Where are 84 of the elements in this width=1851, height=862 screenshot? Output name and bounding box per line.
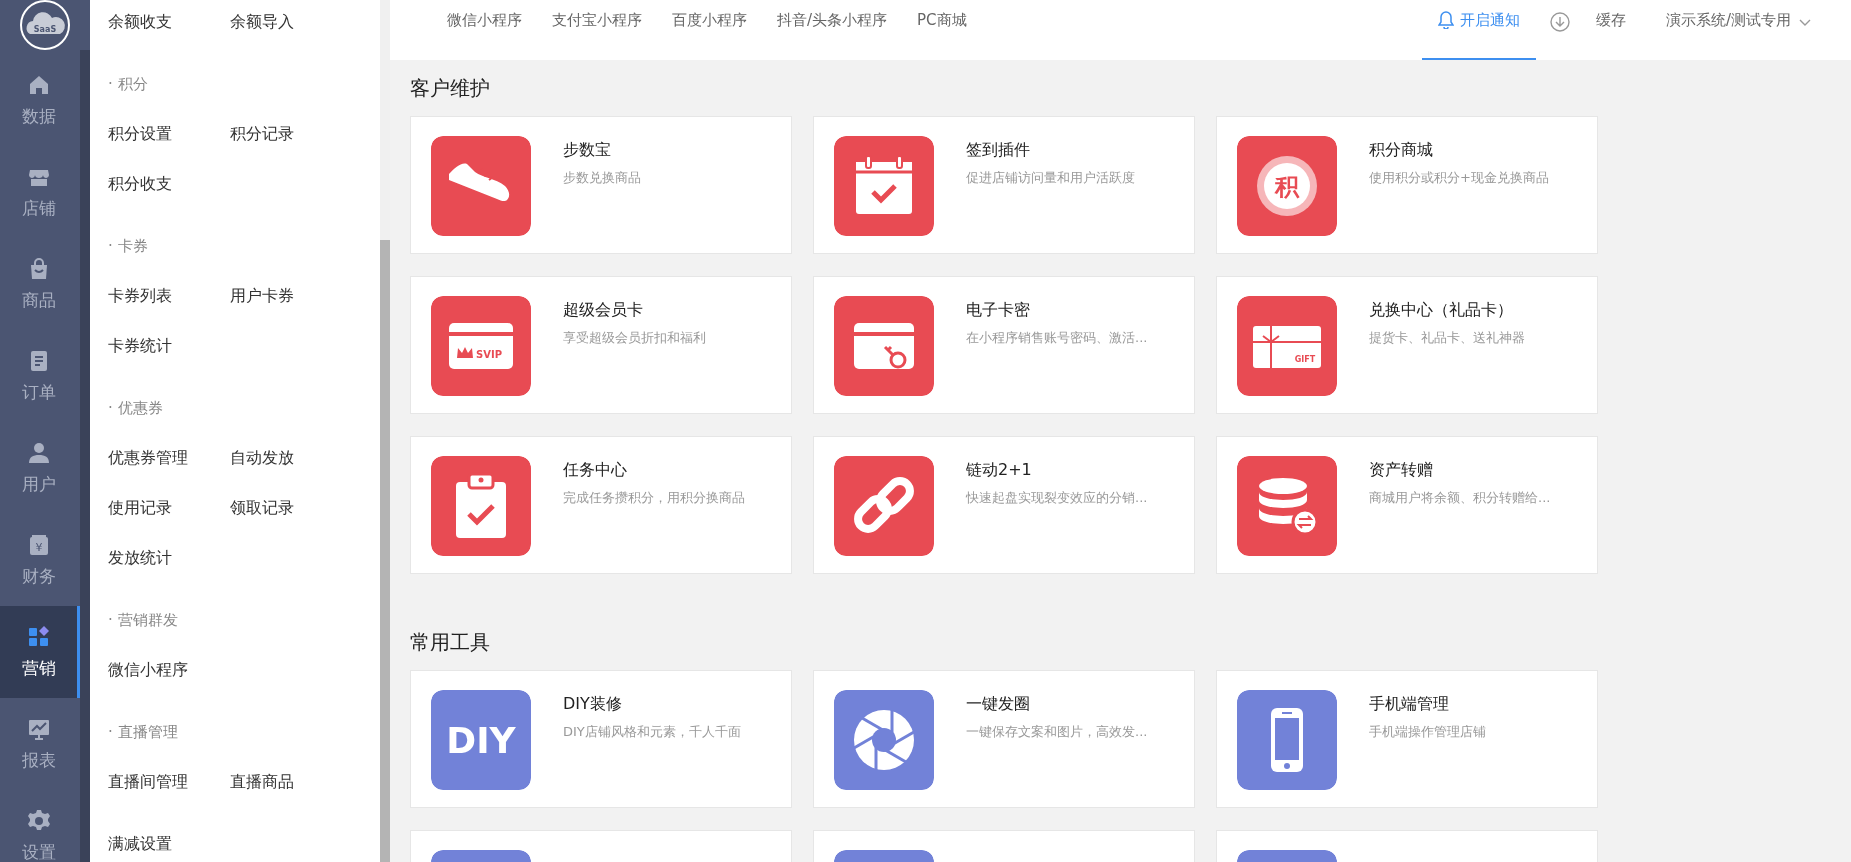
card-description: 促进店铺访问量和用户活跃度 [966, 169, 1135, 187]
platform-tab[interactable]: 支付宝小程序 [552, 0, 642, 60]
feature-card[interactable]: 电子卡密 在小程序销售账号密码、激活... [813, 276, 1195, 414]
card-title: 一键发圈 [966, 694, 1030, 715]
submenu-item[interactable]: 自动发放 [230, 433, 294, 483]
card-description: 享受超级会员折扣和福利 [563, 329, 706, 347]
apps-icon [26, 624, 51, 649]
scrollbar-thumb[interactable] [380, 240, 390, 862]
vip-card-icon: SVIP [431, 296, 531, 396]
card-title: 链动2+1 [966, 460, 1032, 481]
submenu-item[interactable]: 优惠券管理 [108, 433, 188, 483]
card-title: 资产转赠 [1369, 460, 1433, 481]
card-description: 步数兑换商品 [563, 169, 641, 187]
sidebar-nav-item[interactable]: 店铺 [0, 146, 80, 238]
feature-card[interactable]: 任务中心 完成任务攒积分，用积分换商品 [410, 436, 792, 574]
feature-card[interactable]: GIFT 兑换中心（礼品卡） 提货卡、礼品卡、送礼神器 [1216, 276, 1598, 414]
menu-group-heading: · 积分 [108, 74, 148, 95]
points-coin-icon: 积 [1237, 136, 1337, 236]
feature-card[interactable]: SVIP 超级会员卡 享受超级会员折扣和福利 [410, 276, 792, 414]
submenu-item[interactable]: 余额导入 [230, 0, 294, 47]
card-title: 步数宝 [563, 140, 611, 161]
feature-card[interactable]: 手机端管理 手机端操作管理店铺 [1216, 670, 1598, 808]
card-title: 超级会员卡 [563, 300, 643, 321]
feature-card[interactable]: 一键发圈 一键保存文案和图片，高效发... [813, 670, 1195, 808]
card-title: 任务中心 [563, 460, 627, 481]
card-title: 兑换中心（礼品卡） [1369, 300, 1513, 321]
submenu-item[interactable]: 直播商品 [230, 757, 294, 807]
card-title: 签到插件 [966, 140, 1030, 161]
card-description: 完成任务攒积分，用积分换商品 [563, 489, 745, 507]
feature-card[interactable]: DIY DIY装修 DIY店铺风格和元素，千人千面 [410, 670, 792, 808]
download-icon[interactable] [1549, 12, 1570, 32]
menu-group-heading: · 营销群发 [108, 610, 178, 631]
sidebar-nav-item[interactable]: ¥ 财务 [0, 514, 80, 606]
gift-card-icon: GIFT [1237, 296, 1337, 396]
account-dropdown[interactable]: 演示系统/测试专用 [1665, 0, 1811, 60]
card-title: 手机端管理 [1369, 694, 1449, 715]
diy-text-icon: DIY [431, 690, 531, 790]
feature-card[interactable]: 链动2+1 快速起盘实现裂变效应的分销... [813, 436, 1195, 574]
sidebar-nav-item[interactable]: 商品 [0, 238, 80, 330]
gear-icon [26, 808, 51, 833]
submenu-item[interactable]: 发放统计 [108, 533, 172, 583]
submenu-item[interactable]: 积分设置 [108, 109, 172, 159]
bell-icon [1437, 11, 1454, 29]
submenu-item[interactable]: 使用记录 [108, 483, 172, 533]
card-title: DIY装修 [563, 694, 622, 715]
chevron-down-icon [1799, 19, 1811, 27]
card-title: 积分商城 [1369, 140, 1433, 161]
card-description: 手机端操作管理店铺 [1369, 723, 1486, 741]
card-description: DIY店铺风格和元素，千人千面 [563, 723, 741, 741]
section-heading: 常用工具 [410, 629, 491, 656]
submenu-item[interactable]: 积分记录 [230, 109, 294, 159]
menu-group-heading: · 卡券 [108, 236, 148, 257]
sidebar-nav-item[interactable]: 用户 [0, 422, 80, 514]
feature-card[interactable]: 资产转赠 商城用户将余额、积分转赠给... [1216, 436, 1598, 574]
sidebar-nav-item[interactable]: 营销 [0, 606, 80, 698]
platform-tab[interactable]: PC商城 [917, 0, 967, 60]
submenu-item[interactable]: 卡券列表 [108, 271, 172, 321]
feature-card[interactable]: 步数宝 步数兑换商品 [410, 116, 792, 254]
submenu-item[interactable]: 卡券统计 [108, 321, 172, 371]
platform-tab[interactable]: 抖音/头条小程序 [777, 0, 888, 60]
submenu-item[interactable]: 微信小程序 [108, 645, 188, 695]
submenu-item[interactable]: 直播间管理 [108, 757, 188, 807]
submenu-item[interactable]: 积分收支 [108, 159, 172, 209]
card-description: 商城用户将余额、积分转赠给... [1369, 489, 1551, 507]
card-title: 电子卡密 [966, 300, 1030, 321]
platform-tab[interactable]: 百度小程序 [672, 0, 747, 60]
platform-tab[interactable]: 微信小程序 [447, 0, 522, 60]
feature-card[interactable]: 积 积分商城 使用积分或积分+现金兑换商品 [1216, 116, 1598, 254]
card-description: 使用积分或积分+现金兑换商品 [1369, 169, 1549, 187]
menu-group-heading: · 优惠券 [108, 398, 163, 419]
submenu-item[interactable]: 满减设置 [108, 819, 172, 862]
feature-card[interactable]: 签到插件 促进店铺访问量和用户活跃度 [813, 116, 1195, 254]
section-heading: 客户维护 [410, 75, 491, 102]
submenu-item[interactable]: 余额收支 [108, 0, 172, 47]
card-description: 在小程序销售账号密码、激活... [966, 329, 1148, 347]
menu-group-heading: · 直播管理 [108, 722, 178, 743]
submenu-item[interactable]: 领取记录 [230, 483, 294, 533]
card-description: 一键保存文案和图片，高效发... [966, 723, 1148, 741]
card-description: 提货卡、礼品卡、送礼神器 [1369, 329, 1525, 347]
submenu-item[interactable]: 用户卡券 [230, 271, 294, 321]
person-icon [26, 440, 51, 465]
cache-button[interactable]: 缓存 [1595, 0, 1626, 60]
card-description: 快速起盘实现裂变效应的分销... [966, 489, 1148, 507]
cloud-logo: SaaS [20, 0, 70, 50]
